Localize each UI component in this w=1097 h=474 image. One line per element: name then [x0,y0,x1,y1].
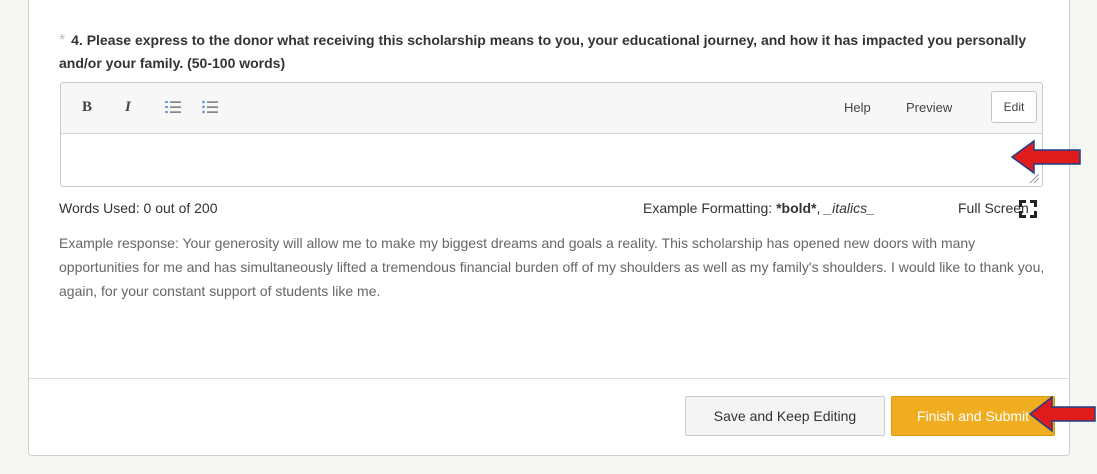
word-count: Words Used: 0 out of 200 [59,200,218,216]
preview-tab[interactable]: Preview [906,100,952,115]
question-card: * 4. Please express to the donor what re… [28,0,1070,456]
formatting-hint: Example Formatting: *bold*, _italics_ [643,200,875,216]
formatting-label: Example Formatting: [643,200,777,216]
annotation-arrow-icon [1028,395,1096,433]
help-tab[interactable]: Help [844,100,871,115]
example-response: Example response: Your generosity will a… [59,235,1045,299]
fullscreen-icon[interactable] [1019,200,1037,218]
save-and-keep-editing-button[interactable]: Save and Keep Editing [685,396,885,436]
unordered-list-icon[interactable] [202,100,218,114]
response-textarea[interactable] [61,134,1042,186]
edit-tab[interactable]: Edit [991,91,1037,123]
ordered-list-icon[interactable] [165,100,181,114]
word-count-label: Words Used: [59,200,144,216]
formatting-bold-example: *bold* [776,200,817,216]
italic-button[interactable]: I [125,99,131,116]
annotation-arrow-icon [1010,139,1081,175]
question-text: 4. Please express to the donor what rece… [59,32,1027,71]
footer-divider [29,378,1069,379]
editor-toolbar: B I Help Preview Edit [61,83,1042,134]
bold-button[interactable]: B [82,99,92,116]
page-background-left [0,0,28,474]
required-asterisk: * [59,32,66,49]
word-count-value: 0 out of 200 [143,200,218,216]
formatting-italic-example: _italics_ [824,200,875,216]
editor-status-bar: Words Used: 0 out of 200 Example Formatt… [59,200,1049,220]
markdown-editor: B I Help Preview Edit [60,82,1043,187]
question-prompt: * 4. Please express to the donor what re… [59,29,1049,74]
